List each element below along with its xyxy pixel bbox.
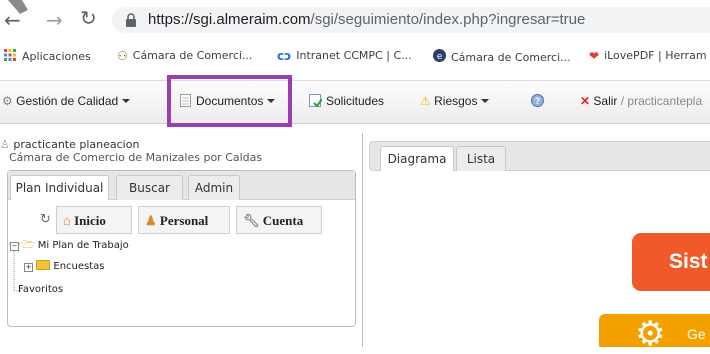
e-logo-icon: e: [433, 49, 446, 62]
url-path: /sgi/seguimiento/index.php?ingresar=true: [310, 11, 586, 28]
address-bar[interactable]: https://sgi.almeraim.com/sgi/seguimiento…: [112, 7, 710, 33]
url-text: https://sgi.almeraim.com/sgi/seguimiento…: [148, 11, 585, 28]
right-panel: Diagrama Lista Sist ⚙ Ge: [362, 133, 710, 351]
button-label: Cuenta: [262, 213, 304, 228]
menu-label: Riesgos: [434, 94, 478, 108]
bookmark-camara-2[interactable]: e Cámara de Comerci...: [433, 49, 571, 64]
browser-toolbar: ← → ↻ https://sgi.almeraim.com/sgi/segui…: [0, 0, 710, 38]
cuenta-button[interactable]: 🔧︎ Cuenta: [236, 206, 322, 234]
caret-down-icon: [122, 99, 131, 103]
highlight-box: [167, 75, 292, 127]
folder-icon: [36, 260, 51, 270]
menu-label: Salir: [593, 94, 618, 108]
heart-icon: ❤: [589, 49, 600, 63]
menu-salir[interactable]: ✕ Salir / practicantepla: [580, 94, 702, 108]
bookmark-apps[interactable]: Aplicaciones: [4, 49, 91, 63]
tree-label: Encuestas: [53, 261, 105, 272]
gear-icon: ⚙: [2, 94, 13, 108]
bookmark-intranet[interactable]: cɔ Intranet CCMPC | C...: [277, 49, 412, 63]
ccm-logo-icon: ⚇: [117, 49, 128, 63]
logged-user: / practicantepla: [620, 94, 703, 108]
collapse-icon[interactable]: −: [10, 242, 19, 251]
nav-toolbar: ↻ ⌂ Inicio ♟ Personal 🔧︎ Cuenta: [40, 206, 330, 234]
diagram-banner-gestion[interactable]: ⚙ Ge: [599, 314, 710, 351]
home-icon: ⌂: [63, 213, 71, 228]
left-tab-strip: Plan Individual Buscar Admin: [8, 171, 355, 200]
url-host: https://sgi.almeraim.com: [148, 11, 311, 28]
tab-admin[interactable]: Admin: [188, 175, 240, 200]
right-tab-strip: Diagrama Lista: [369, 141, 710, 171]
caret-down-icon: [481, 99, 490, 103]
help-icon: ?: [531, 94, 544, 107]
warning-icon: ⚠: [420, 94, 431, 108]
button-label: Inicio: [74, 213, 106, 228]
menu-gestion-calidad[interactable]: ⚙ Gestión de Calidad: [2, 94, 131, 108]
personal-button[interactable]: ♟ Personal: [138, 206, 230, 234]
button-label: Personal: [159, 213, 209, 228]
wrench-icon: 🔧︎: [243, 213, 260, 228]
folder-open-icon: 🗁︎: [22, 240, 35, 251]
app-menu-bar: ⚙ Gestión de Calidad Documentos Solicitu…: [0, 81, 710, 124]
tree-node-plan[interactable]: − 🗁︎ Mi Plan de Trabajo: [10, 238, 129, 255]
bookmark-label: Intranet CCMPC | C...: [296, 49, 412, 62]
user-icon: ♙: [0, 138, 10, 151]
tab-plan-individual[interactable]: Plan Individual: [10, 175, 109, 200]
bookmark-label: Cámara de Comerci...: [451, 51, 571, 64]
diagram-banner-sistema[interactable]: Sist: [632, 233, 710, 291]
apps-grid-icon: [4, 49, 16, 61]
help-button[interactable]: ?: [531, 94, 544, 108]
expand-icon[interactable]: +: [24, 263, 33, 272]
user-organization: Cámara de Comercio de Manizales por Cald…: [9, 151, 263, 164]
menu-label: Solicitudes: [326, 94, 385, 108]
bookmark-label: Cámara de Comerci...: [132, 49, 253, 62]
left-panel: Plan Individual Buscar Admin ↻ ⌂ Inicio …: [7, 170, 356, 327]
tree-label: Mi Plan de Trabajo: [37, 240, 129, 251]
inicio-button[interactable]: ⌂ Inicio: [56, 206, 132, 234]
banner-label: Ge: [687, 326, 706, 342]
bookmark-camara-1[interactable]: ⚇ Cámara de Comerci...: [117, 49, 252, 63]
svg-text:e: e: [437, 52, 443, 62]
forward-arrow-icon[interactable]: →: [46, 8, 63, 32]
close-x-icon: ✕: [580, 94, 591, 108]
tree-node-encuestas[interactable]: + Encuestas: [24, 260, 105, 272]
bookmark-ilovepdf[interactable]: ❤ iLovePDF | Herram: [589, 49, 707, 63]
person-icon: ♟: [145, 213, 157, 228]
menu-riesgos[interactable]: ⚠ Riesgos: [420, 94, 490, 108]
tree-node-favoritos[interactable]: Favoritos: [18, 284, 63, 295]
bookmarks-bar: Aplicaciones ⚇ Cámara de Comerci... cɔ Int…: [0, 38, 710, 81]
intranet-link-icon: cɔ: [277, 49, 292, 63]
tab-lista[interactable]: Lista: [456, 146, 506, 171]
menu-label: Gestión de Calidad: [16, 94, 119, 108]
lock-icon: [126, 13, 136, 27]
bookmark-label: iLovePDF | Herram: [604, 49, 707, 62]
user-name: practicante planeacion: [13, 138, 140, 151]
tab-diagrama[interactable]: Diagrama: [380, 146, 454, 171]
bookmark-label: Aplicaciones: [22, 50, 91, 63]
refresh-icon[interactable]: ↻: [40, 212, 51, 227]
reload-icon[interactable]: ↻: [80, 6, 97, 30]
menu-solicitudes[interactable]: Solicitudes: [309, 94, 384, 108]
gear-icon: ⚙: [635, 315, 666, 353]
svg-text:?: ?: [535, 96, 541, 106]
back-arrow-icon[interactable]: ←: [4, 8, 21, 32]
tab-buscar[interactable]: Buscar: [116, 175, 183, 200]
request-form-icon: [309, 94, 323, 108]
